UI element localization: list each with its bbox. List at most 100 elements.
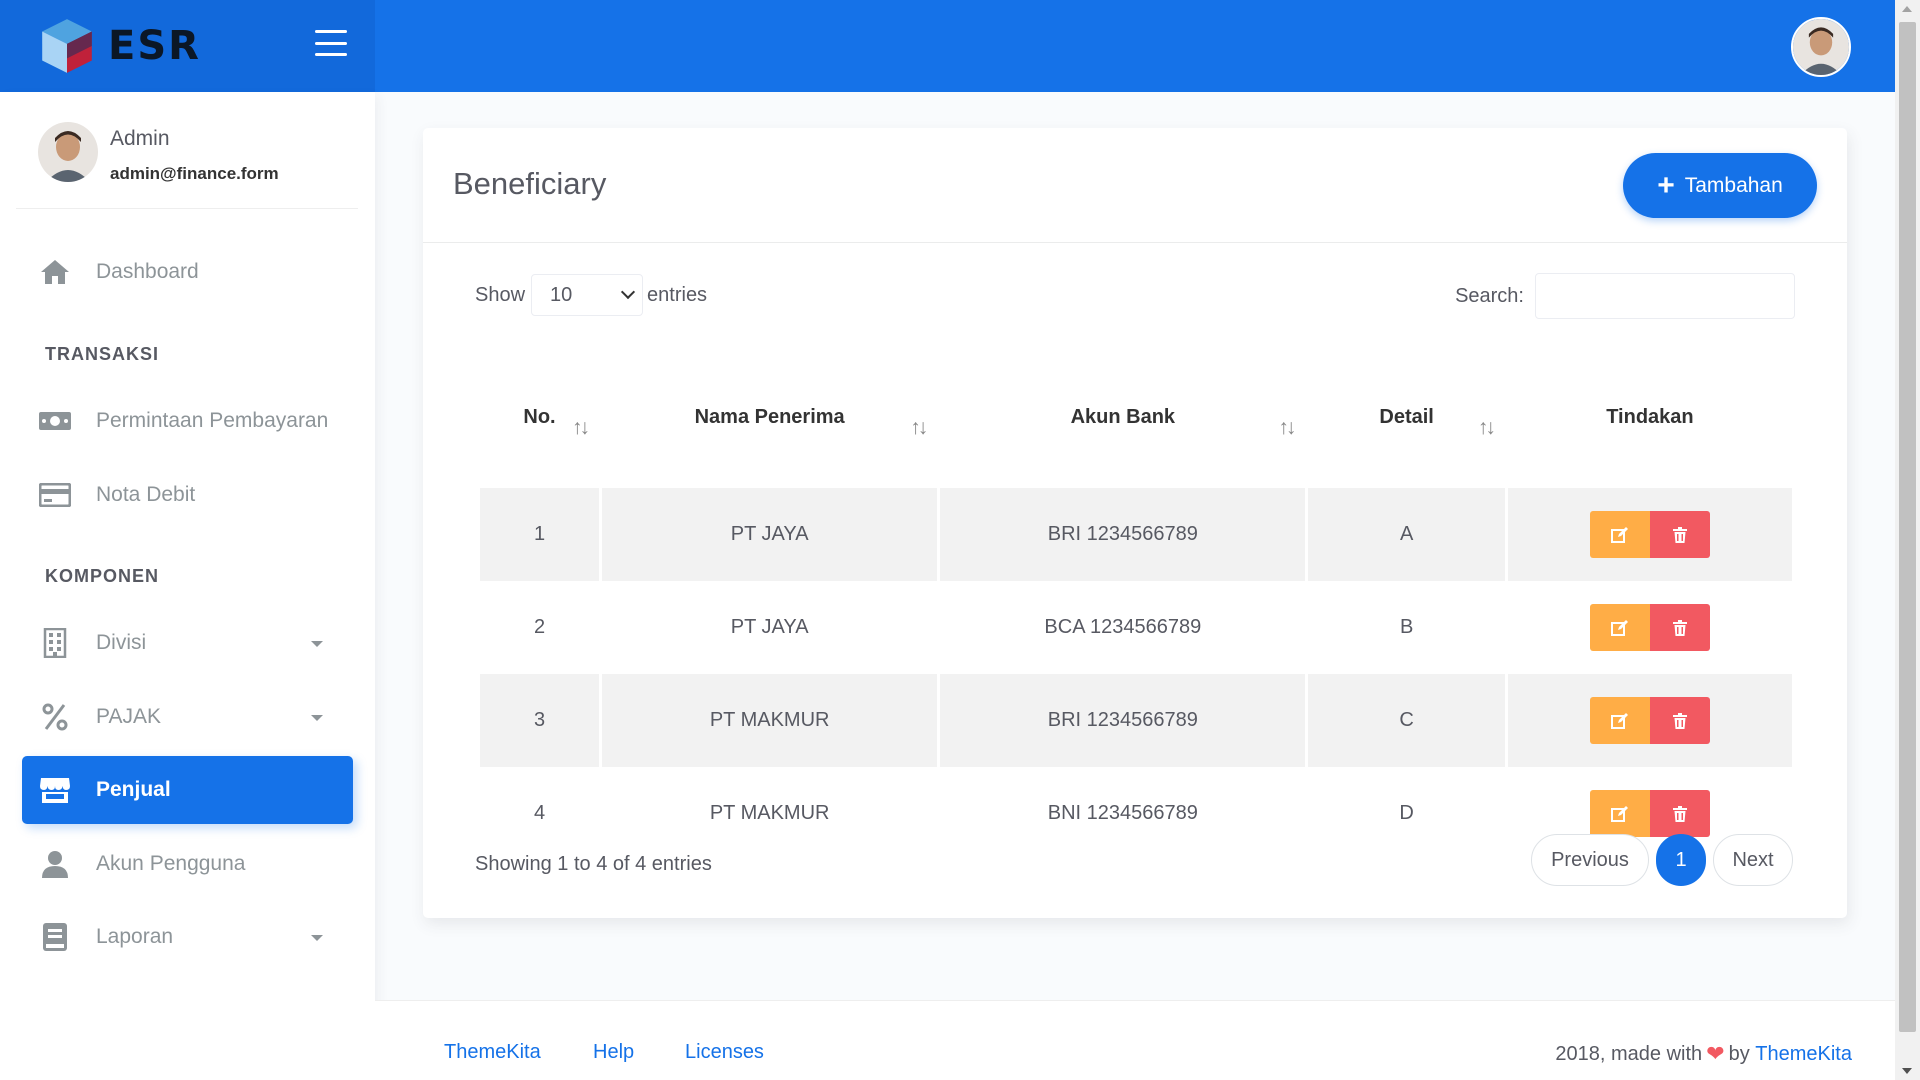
sidebar-item-nota-debit[interactable]: Nota Debit — [22, 461, 353, 529]
column-header-tindakan: Tindakan — [1606, 405, 1694, 428]
cell-nama: PT MAKMUR — [709, 802, 830, 824]
sidebar-item-laporan[interactable]: Laporan — [22, 903, 353, 971]
pagination: Previous 1 Next — [1531, 834, 1793, 886]
sort-icon: ↑↓ — [910, 416, 928, 439]
store-icon — [38, 773, 72, 807]
sidebar-item-penjual[interactable]: Penjual — [22, 756, 353, 824]
edit-button[interactable] — [1589, 511, 1650, 558]
section-transaksi: TRANSAKSI — [45, 344, 160, 364]
book-icon — [38, 920, 72, 954]
chevron-down-icon — [311, 641, 323, 647]
cell-detail: C — [1308, 674, 1505, 767]
user-icon — [38, 847, 72, 881]
sidebar-item-label: Nota Debit — [96, 483, 196, 506]
footer-link-help[interactable]: Help — [593, 1041, 634, 1064]
sidebar-item-pajak[interactable]: PAJAK — [22, 683, 353, 751]
cell-akun: BRI 1234566789 — [940, 674, 1306, 767]
sidebar: Admin admin@finance.form Dashboard TRANS… — [0, 92, 375, 1080]
search-input[interactable] — [1535, 273, 1795, 319]
show-entries: Show 10 entries — [475, 274, 707, 316]
footer-link-themekita[interactable]: ThemeKita — [444, 1041, 541, 1064]
edit-icon — [1610, 712, 1628, 729]
scroll-up-icon[interactable] — [1902, 6, 1912, 12]
logo-header: ESR — [0, 0, 375, 92]
building-icon — [38, 626, 72, 660]
column-header-detail[interactable]: Detail ↑↓ — [1308, 346, 1504, 488]
user-email: admin@finance.form — [110, 164, 279, 183]
table-row: 3 PT MAKMUR BRI 1234566789 C — [480, 674, 1792, 767]
cell-akun: BCA 1234566789 — [1044, 616, 1202, 638]
sidebar-item-permintaan-pembayaran[interactable]: Permintaan Pembayaran — [22, 387, 353, 455]
sidebar-item-label: Divisi — [96, 631, 147, 654]
column-header-no[interactable]: No. ↑↓ — [480, 346, 599, 488]
edit-button[interactable] — [1589, 697, 1650, 744]
delete-button[interactable] — [1649, 604, 1710, 651]
percent-icon — [38, 700, 72, 734]
delete-button[interactable] — [1649, 511, 1710, 558]
cell-no: 3 — [480, 674, 600, 767]
edit-button[interactable] — [1589, 604, 1650, 651]
topbar-avatar[interactable] — [1791, 17, 1851, 77]
menu-toggle-icon[interactable] — [315, 30, 347, 56]
heart-icon: ❤ — [1706, 1041, 1725, 1066]
next-page-button[interactable]: Next — [1713, 834, 1793, 886]
cell-nama: PT JAYA — [602, 488, 938, 581]
footer-copyright: 2018, made with ❤ by ThemeKita — [1555, 1041, 1852, 1067]
sidebar-item-dashboard[interactable]: Dashboard — [22, 238, 353, 306]
chevron-down-icon — [311, 935, 323, 941]
cell-akun: BNI 1234566789 — [1047, 802, 1198, 824]
cell-detail: D — [1399, 802, 1414, 824]
sidebar-item-label: Penjual — [96, 778, 171, 801]
sidebar-item-label: Permintaan Pembayaran — [96, 409, 329, 432]
cell-akun: BRI 1234566789 — [940, 488, 1306, 581]
card-header: Beneficiary + Tambahan — [423, 128, 1847, 243]
edit-icon — [1610, 805, 1628, 822]
credit-card-icon — [38, 478, 72, 512]
add-button[interactable]: + Tambahan — [1623, 153, 1817, 218]
previous-page-button[interactable]: Previous — [1531, 834, 1649, 886]
cell-actions — [1507, 674, 1792, 767]
delete-button[interactable] — [1649, 790, 1710, 837]
chevron-down-icon — [620, 284, 636, 300]
user-profile[interactable]: Admin admin@finance.form — [16, 92, 358, 209]
column-header-nama[interactable]: Nama Penerima ↑↓ — [602, 346, 937, 488]
show-label: Show — [475, 283, 526, 306]
footer-link-licenses[interactable]: Licenses — [685, 1041, 764, 1064]
plus-icon: + — [1657, 168, 1675, 202]
scroll-down-icon[interactable] — [1902, 1068, 1912, 1074]
copyright-by: by — [1728, 1042, 1750, 1065]
sidebar-item-divisi[interactable]: Divisi — [22, 609, 353, 677]
sidebar-item-label: PAJAK — [96, 705, 161, 728]
entries-label: entries — [647, 283, 708, 306]
entries-select[interactable]: 10 — [531, 274, 644, 316]
money-icon — [38, 404, 72, 438]
column-header-akun[interactable]: Akun Bank ↑↓ — [940, 346, 1305, 488]
page-number-button[interactable]: 1 — [1656, 834, 1706, 886]
avatar — [38, 122, 98, 182]
sort-icon: ↑↓ — [1278, 416, 1296, 439]
beneficiary-card: Beneficiary + Tambahan Show 10 entries S… — [423, 128, 1847, 918]
beneficiary-table: No. ↑↓ Nama Penerima ↑↓ Akun Bank ↑↓ Detail… — [477, 346, 1795, 860]
sidebar-item-label: Akun Pengguna — [96, 852, 246, 875]
page-title: Beneficiary — [453, 166, 607, 201]
entries-value: 10 — [550, 283, 573, 306]
sort-icon: ↑↓ — [1477, 416, 1496, 439]
edit-icon — [1610, 619, 1628, 636]
footer-credit-link[interactable]: ThemeKita — [1755, 1043, 1852, 1066]
search-label: Search: — [1455, 284, 1524, 307]
delete-button[interactable] — [1649, 697, 1710, 744]
edit-icon — [1610, 526, 1628, 543]
cell-no: 1 — [480, 488, 600, 581]
table-search: Search: — [1455, 273, 1795, 319]
sort-icon: ↑↓ — [572, 416, 590, 439]
cell-detail: A — [1308, 488, 1505, 581]
trash-icon — [1672, 526, 1687, 543]
home-icon — [38, 255, 72, 289]
sidebar-item-akun-pengguna[interactable]: Akun Pengguna — [22, 830, 353, 898]
cell-nama: PT JAYA — [730, 616, 809, 638]
logo-cube-icon — [42, 19, 92, 73]
scrollbar-thumb[interactable] — [1899, 22, 1916, 1032]
page-scrollbar[interactable] — [1895, 0, 1920, 1080]
chevron-down-icon — [311, 715, 323, 721]
edit-button[interactable] — [1589, 790, 1650, 837]
